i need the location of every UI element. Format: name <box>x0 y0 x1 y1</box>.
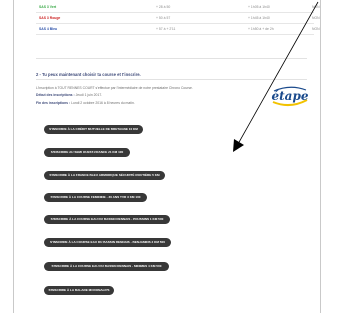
register-5km-button[interactable]: S'INSCRIRE À LA FRANCE BLEU ARMORIQUE SÉ… <box>44 171 165 180</box>
sas-name: SAS 3 Vert <box>39 5 57 9</box>
register-feminine-button[interactable]: S'INSCRIRE À LA COURSE FEMININE - 30 ANS… <box>44 193 147 202</box>
register-balade-button[interactable]: S'INSCRIRE À LA BALADE MCDONALD'S <box>44 286 114 295</box>
sas-distance: + 28 à 50 <box>156 5 171 9</box>
divider <box>36 79 307 80</box>
opening-value: Jeudi 1 juin 2017. <box>75 93 103 97</box>
opening-label: Début des inscriptions : <box>36 93 75 97</box>
divider <box>36 58 307 59</box>
register-semi-21km-button[interactable]: S'INSCRIRE AU SEMI OUEST-FRANCE 21 KM 10… <box>44 148 130 157</box>
registration-closing: Fin des inscriptions : Lundi 2 octobre 2… <box>36 101 135 105</box>
sas-table: SAS 3 Vert + 28 à 50 + 1h05 à 1h40 NON S… <box>36 2 320 35</box>
registration-intro: L'inscription à TOUT RENNES COURT s'effe… <box>36 86 193 90</box>
register-minimes-button[interactable]: S'INSCRIRE À LA COURSE EAU DU BASSIN REN… <box>44 262 169 271</box>
register-poussins-button[interactable]: S'INSCRIRE À LA COURSE EAU DU BASSIN REN… <box>44 215 170 224</box>
sas-time: + 1h45 à 1h40 <box>248 16 270 20</box>
sas-tag: NON <box>312 27 320 31</box>
closing-label: Fin des inscriptions : <box>36 101 71 105</box>
sas-name: SAS 3 Rouge <box>39 16 61 20</box>
closing-value: Lundi 2 octobre 2016 à 8 heures du matin… <box>71 101 135 105</box>
register-10km-button[interactable]: S'INSCRIRE À LA CRÉDIT MUTUELLE DE BRETA… <box>44 125 143 134</box>
table-row: SAS 3 Vert + 28 à 50 + 1h05 à 1h40 NON <box>36 2 320 13</box>
etape-logo: étape <box>272 86 309 106</box>
sas-tag: NON <box>312 5 320 9</box>
register-benjamins-button[interactable]: S'INSCRIRE À LA COURSE EAU DU BASSIN REN… <box>44 238 171 247</box>
page-content: SAS 3 Vert + 28 à 50 + 1h05 à 1h40 NON S… <box>13 0 321 313</box>
table-row: SAS 3 Rouge + 50 à 57 + 1h45 à 1h40 NON <box>36 13 320 24</box>
sas-time: + 1h50 à + de 2h <box>248 27 274 31</box>
sas-name: SAS 4 Bleu <box>39 27 58 31</box>
sas-tag: NON <box>312 16 320 20</box>
registration-opening: Début des inscriptions : Jeudi 1 juin 20… <box>36 93 102 97</box>
sas-time: + 1h05 à 1h40 <box>248 5 270 9</box>
sas-distance: + 50 à 57 <box>156 16 171 20</box>
logo-text: étape <box>272 89 309 103</box>
table-row: SAS 4 Bleu + 57 à + 2'11 + 1h50 à + de 2… <box>36 24 320 35</box>
sas-distance: + 57 à + 2'11 <box>156 27 176 31</box>
section-title: 2 - Tu peux maintenant choisir ta course… <box>36 72 141 77</box>
